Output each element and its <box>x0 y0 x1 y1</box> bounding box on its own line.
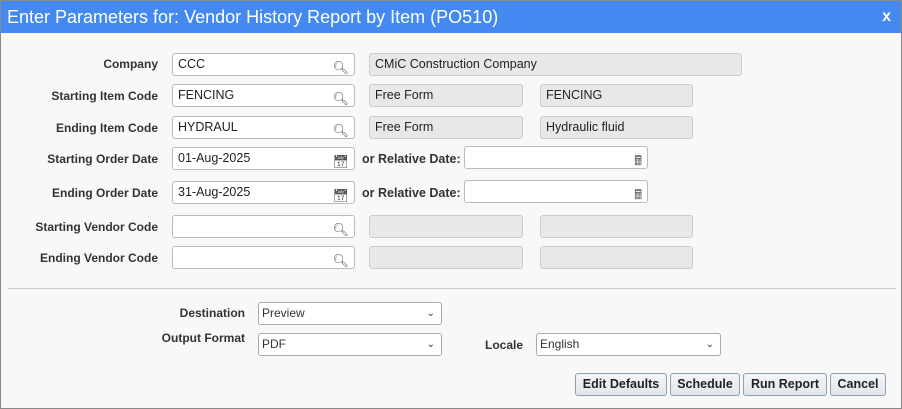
ending-item-description: Hydraulic fluid <box>540 116 693 139</box>
company-value: CCC <box>178 57 206 71</box>
starting-vendor-code-label: Starting Vendor Code <box>35 220 158 234</box>
ending-item-code-value: HYDRAUL <box>178 120 238 134</box>
output-format-value: PDF <box>262 337 286 351</box>
ending-item-code-input[interactable]: HYDRAUL 🔍︎ <box>172 116 355 139</box>
company-description: CMiC Construction Company <box>369 53 742 76</box>
divider <box>8 288 896 289</box>
close-icon[interactable]: x <box>882 1 891 33</box>
ending-vendor-field-2 <box>540 246 693 269</box>
ending-order-date-label: Ending Order Date <box>51 186 158 200</box>
search-icon[interactable]: 🔍︎ <box>332 57 349 78</box>
calendar-icon[interactable]: 📅︎ <box>332 185 349 206</box>
run-report-button[interactable]: Run Report <box>743 373 827 396</box>
relative-date-label: or Relative Date: <box>362 186 461 200</box>
ending-relative-date-input[interactable]: 🖩 <box>464 180 648 203</box>
starting-vendor-field-2 <box>540 215 693 238</box>
search-icon[interactable]: 🔍︎ <box>332 219 349 240</box>
starting-relative-date-input[interactable]: 🖩 <box>464 146 648 169</box>
starting-item-code-label: Starting Item Code <box>51 89 158 103</box>
destination-select[interactable]: Preview ⌄ <box>258 302 442 325</box>
starting-order-date-label: Starting Order Date <box>47 152 158 166</box>
calculator-icon[interactable]: 🖩 <box>634 184 642 205</box>
starting-item-code-input[interactable]: FENCING 🔍︎ <box>172 84 355 107</box>
edit-defaults-button[interactable]: Edit Defaults <box>575 373 667 396</box>
output-format-label: Output Format <box>161 331 245 345</box>
cancel-button[interactable]: Cancel <box>830 373 886 396</box>
starting-vendor-code-input[interactable]: 🔍︎ <box>172 215 355 238</box>
search-icon[interactable]: 🔍︎ <box>332 120 349 141</box>
starting-vendor-field-1 <box>369 215 523 238</box>
ending-order-date-value: 31-Aug-2025 <box>178 185 251 199</box>
company-input[interactable]: CCC 🔍︎ <box>172 53 355 76</box>
dialog-title: Enter Parameters for: Vendor History Rep… <box>7 7 499 27</box>
starting-order-date-value: 01-Aug-2025 <box>178 151 251 165</box>
company-label: Company <box>103 57 158 71</box>
relative-date-label: or Relative Date: <box>362 152 461 166</box>
ending-item-code-label: Ending Item Code <box>56 121 158 135</box>
starting-item-description: FENCING <box>540 84 693 107</box>
calendar-icon[interactable]: 📅︎ <box>332 151 349 172</box>
destination-label: Destination <box>179 306 245 320</box>
starting-item-code-value: FENCING <box>178 88 235 102</box>
search-icon[interactable]: 🔍︎ <box>332 250 349 271</box>
ending-order-date-input[interactable]: 31-Aug-2025 📅︎ <box>172 181 355 204</box>
schedule-button[interactable]: Schedule <box>670 373 740 396</box>
dialog-title-bar: Enter Parameters for: Vendor History Rep… <box>1 1 901 33</box>
ending-vendor-code-input[interactable]: 🔍︎ <box>172 246 355 269</box>
chevron-down-icon: ⌄ <box>705 339 714 350</box>
locale-value: English <box>540 337 580 351</box>
starting-order-date-input[interactable]: 01-Aug-2025 📅︎ <box>172 147 355 170</box>
starting-item-type: Free Form <box>369 84 523 107</box>
calculator-icon[interactable]: 🖩 <box>634 150 642 171</box>
destination-value: Preview <box>262 306 305 320</box>
ending-item-type: Free Form <box>369 116 523 139</box>
locale-label: Locale <box>484 338 523 352</box>
search-icon[interactable]: 🔍︎ <box>332 88 349 109</box>
ending-vendor-code-label: Ending Vendor Code <box>39 251 158 265</box>
ending-vendor-field-1 <box>369 246 523 269</box>
chevron-down-icon: ⌄ <box>426 308 435 319</box>
locale-select[interactable]: English ⌄ <box>536 333 721 356</box>
report-parameters-dialog: Enter Parameters for: Vendor History Rep… <box>0 0 902 409</box>
